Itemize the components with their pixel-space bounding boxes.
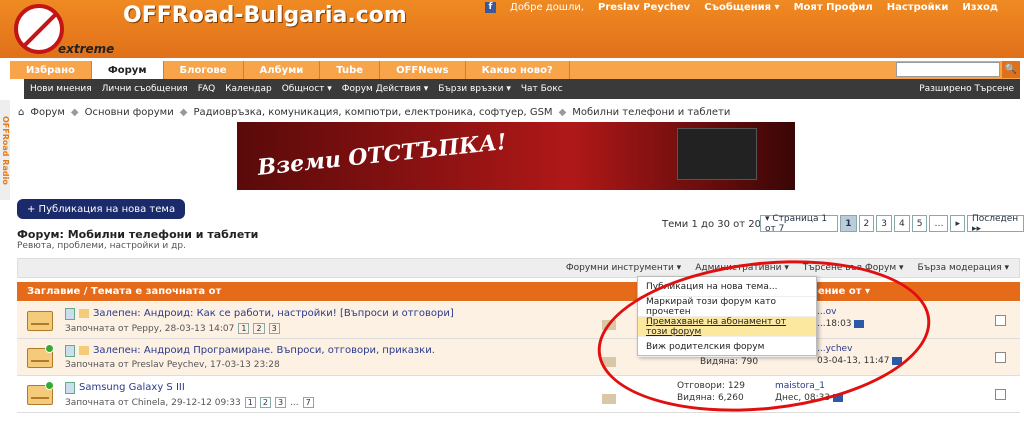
subnav-private-messages[interactable]: Лични съобщения bbox=[102, 84, 188, 94]
thread-starter: Започната от Chinela, 29-12-12 09:33 1 2… bbox=[65, 397, 314, 408]
new-posts-icon[interactable] bbox=[45, 381, 54, 390]
mini-page[interactable]: 7 bbox=[302, 397, 314, 408]
tab-whats-new[interactable]: Какво ново? bbox=[466, 61, 570, 79]
moderation-checkbox[interactable] bbox=[995, 352, 1006, 363]
forum-tools-menu[interactable]: Форумни инструменти ▾ bbox=[566, 263, 681, 273]
attachment-icon bbox=[602, 394, 616, 404]
mini-page[interactable]: 1 bbox=[238, 323, 250, 334]
welcome-text: Добре дошли, bbox=[510, 2, 585, 13]
page-5[interactable]: 5 bbox=[911, 215, 928, 232]
thread-icon bbox=[65, 345, 75, 357]
breadcrumb-forum[interactable]: Форум bbox=[30, 107, 65, 118]
thread-status-icon bbox=[27, 311, 53, 331]
header-title-col[interactable]: Заглавие / Темата е започната от bbox=[27, 286, 221, 297]
messages-menu[interactable]: Съобщения ▾ bbox=[704, 2, 779, 13]
facebook-icon[interactable]: f bbox=[485, 2, 496, 13]
quick-moderation-menu[interactable]: Бърза модерация ▾ bbox=[918, 263, 1009, 273]
subnav-calendar[interactable]: Календар bbox=[225, 84, 272, 94]
search-icon[interactable]: 🔍 bbox=[1002, 61, 1020, 78]
mini-page[interactable]: 2 bbox=[259, 397, 271, 408]
mini-page[interactable]: 3 bbox=[268, 323, 280, 334]
logo-emblem bbox=[14, 4, 64, 54]
logo-word: extreme bbox=[58, 42, 115, 56]
breadcrumb-radio[interactable]: Радиовръзка, комуникация, компютри, елек… bbox=[193, 107, 552, 118]
thread-title[interactable]: Samsung Galaxy S III bbox=[79, 382, 185, 393]
thread-title[interactable]: Залепен: Андроид Програмиране. Въпроси, … bbox=[93, 345, 435, 356]
subnav-community[interactable]: Общност ▾ bbox=[282, 84, 332, 94]
pagination: ▾ Страница 1 от 7 1 2 3 4 5 … ▸ Последен… bbox=[760, 214, 1024, 234]
mini-page[interactable]: 2 bbox=[253, 323, 265, 334]
breadcrumb-separator-icon: ◆ bbox=[558, 107, 567, 118]
moderation-checkbox[interactable] bbox=[995, 389, 1006, 400]
mini-page[interactable]: 1 bbox=[244, 397, 256, 408]
new-posts-icon[interactable] bbox=[45, 344, 54, 353]
tab-forum[interactable]: Форум bbox=[91, 61, 164, 79]
page-2[interactable]: 2 bbox=[858, 215, 875, 232]
breadcrumb-main-forums[interactable]: Основни форуми bbox=[85, 107, 174, 118]
page-selector[interactable]: ▾ Страница 1 от 7 bbox=[760, 214, 839, 234]
thread-starter-text: Започната от Preslav Peychev, 17-03-13 2… bbox=[65, 360, 280, 370]
moderation-checkbox[interactable] bbox=[995, 315, 1006, 326]
username-link[interactable]: Preslav Peychev bbox=[598, 2, 690, 13]
logout-link[interactable]: Изход bbox=[962, 2, 998, 13]
sticky-folder-icon bbox=[79, 346, 89, 355]
thread-starter: Започната от Peppy, 28-03-13 14:07 1 2 3 bbox=[65, 323, 280, 334]
breadcrumb-separator-icon: ◆ bbox=[70, 107, 79, 118]
subnav-faq[interactable]: FAQ bbox=[198, 84, 215, 94]
page-ellipsis: … bbox=[929, 215, 949, 232]
thread-icon bbox=[65, 308, 75, 320]
breadcrumb: ⌂ Форум ◆ Основни форуми ◆ Радиовръзка, … bbox=[18, 107, 730, 118]
tab-featured[interactable]: Избрано bbox=[10, 61, 92, 79]
subnav-quick-links[interactable]: Бързи връзки ▾ bbox=[438, 84, 511, 94]
breadcrumb-separator-icon: ◆ bbox=[179, 107, 188, 118]
tab-offnews[interactable]: OFFNews bbox=[380, 61, 466, 79]
ad-banner[interactable]: Вземи ОТСТЪПКА! bbox=[237, 122, 795, 190]
new-thread-button[interactable]: + Публикация на нова тема bbox=[17, 199, 186, 219]
profile-link[interactable]: Моят Профил bbox=[794, 2, 873, 13]
home-icon[interactable]: ⌂ bbox=[18, 107, 24, 118]
mini-page[interactable]: 3 bbox=[274, 397, 287, 408]
mini-page-ellipsis: ... bbox=[290, 397, 299, 408]
tab-albums[interactable]: Албуми bbox=[244, 61, 321, 79]
page-4[interactable]: 4 bbox=[893, 215, 910, 232]
sticky-folder-icon bbox=[79, 309, 89, 318]
search-input[interactable] bbox=[896, 62, 1000, 77]
site-header: extreme OFFRoad-Bulgaria.com f Добре дош… bbox=[0, 0, 1024, 58]
tab-tube[interactable]: Tube bbox=[320, 61, 381, 79]
thread-starter: Започната от Preslav Peychev, 17-03-13 2… bbox=[65, 360, 280, 370]
main-nav-tabs: Избрано Форум Блогове Албуми Tube OFFNew… bbox=[10, 61, 1020, 79]
site-logo[interactable]: extreme bbox=[10, 2, 130, 60]
next-page-button[interactable]: ▸ bbox=[950, 215, 965, 232]
page-title: Форум: Мобилни телефони и таблети bbox=[17, 228, 259, 241]
site-title[interactable]: OFFRoad-Bulgaria.com bbox=[123, 3, 407, 28]
last-page-button[interactable]: Последен ▸▸ bbox=[966, 214, 1024, 234]
banner-card-image bbox=[677, 128, 757, 180]
thread-starter-text: Започната от Peppy, 28-03-13 14:07 bbox=[65, 323, 235, 334]
thread-starter-text: Започната от Chinela, 29-12-12 09:33 bbox=[65, 397, 241, 408]
tab-blogs[interactable]: Блогове bbox=[164, 61, 244, 79]
thread-icon bbox=[65, 382, 75, 394]
advanced-search-link[interactable]: Разширено Търсене bbox=[919, 84, 1014, 94]
banner-text: Вземи ОТСТЪПКА! bbox=[256, 129, 508, 181]
subnav-forum-actions[interactable]: Форум Действия ▾ bbox=[342, 84, 429, 94]
thread-title[interactable]: Залепен: Андроид: Как се работи, настрой… bbox=[93, 308, 454, 319]
breadcrumb-current: Мобилни телефони и таблети bbox=[572, 107, 731, 118]
settings-link[interactable]: Настройки bbox=[887, 2, 949, 13]
forum-description: Ревюта, проблеми, настройки и др. bbox=[17, 241, 186, 251]
subnav-new-posts[interactable]: Нови мнения bbox=[30, 84, 92, 94]
page-1[interactable]: 1 bbox=[840, 215, 857, 232]
page-3[interactable]: 3 bbox=[876, 215, 892, 232]
radio-side-tab[interactable]: OFFRoad Radio bbox=[0, 100, 10, 200]
sub-navigation: Нови мнения Лични съобщения FAQ Календар… bbox=[24, 79, 1020, 99]
user-topbar: f Добре дошли, Preslav Peychev Съобщения… bbox=[485, 2, 998, 13]
threads-count: Теми 1 до 30 от 202 bbox=[662, 219, 768, 230]
subnav-chat-box[interactable]: Чат Бокс bbox=[521, 84, 563, 94]
